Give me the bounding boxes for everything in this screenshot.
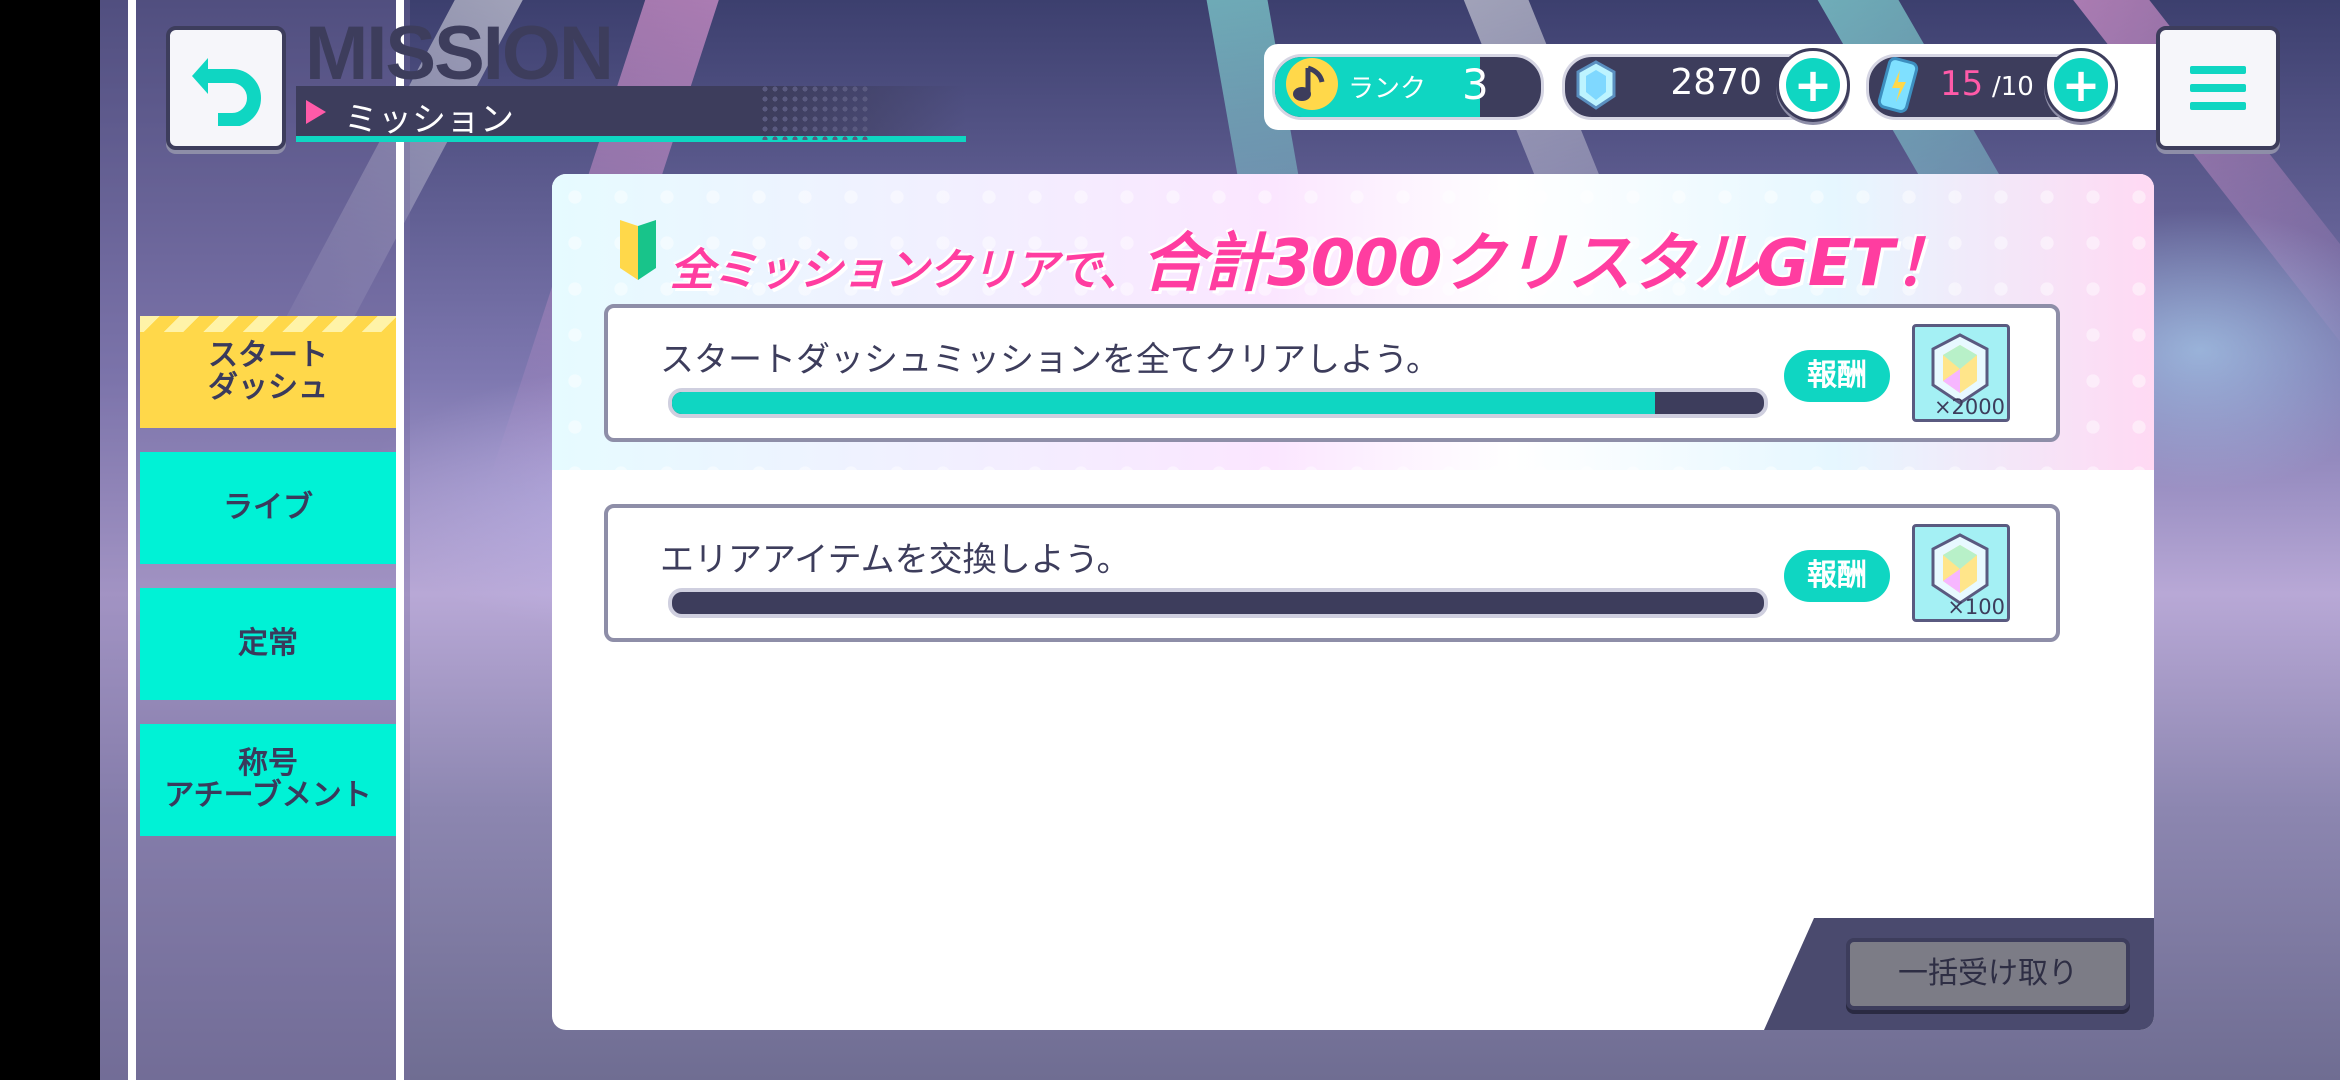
- reward-item[interactable]: ×2000: [1912, 324, 2010, 422]
- tab-label: 定常: [238, 626, 298, 661]
- back-arrow-icon: [192, 58, 261, 126]
- add-crystal-button[interactable]: +: [1776, 48, 1850, 122]
- reward-quantity: ×100: [1947, 595, 2005, 619]
- mission-progress-bar: [668, 388, 1768, 418]
- mission-text: エリアアイテムを交換しよう。: [660, 540, 1131, 580]
- page-subtitle: ミッション: [344, 100, 514, 140]
- reward-badge: 報酬: [1784, 550, 1890, 602]
- hamburger-menu-icon: [2190, 66, 2246, 74]
- tab-label: 称号 アチーブメント: [164, 746, 372, 813]
- energy-drink-icon: [1877, 57, 1919, 113]
- mission-row[interactable]: エリアアイテムを交換しよう。 報酬 ×100: [604, 504, 2060, 642]
- music-note-icon: [1286, 58, 1338, 110]
- rank-value: 3: [1462, 60, 1489, 109]
- play-triangle-icon: [306, 100, 326, 124]
- banner-text-big: 合計3000クリスタルGET！: [1141, 227, 1957, 301]
- mission-text: スタートダッシュミッションを全てクリアしよう。: [660, 340, 1440, 380]
- tab-live[interactable]: ライブ: [140, 452, 396, 564]
- tab-label: ライブ: [223, 490, 313, 525]
- tab-title-achievement[interactable]: 称号 アチーブメント: [140, 724, 396, 836]
- reward-badge: 報酬: [1784, 350, 1890, 402]
- page-title-text: MISSION: [305, 11, 614, 96]
- rank-label: ランク: [1348, 74, 1427, 104]
- reward-quantity: ×2000: [1933, 395, 2005, 419]
- mission-row[interactable]: スタートダッシュミッションを全てクリアしよう。 報酬 ×2000: [604, 304, 2060, 442]
- bulk-receive-button[interactable]: 一括受け取り: [1846, 938, 2130, 1010]
- sidebar-divider: [128, 0, 136, 1080]
- banner-text-small: 全ミッションクリアで、: [670, 245, 1142, 296]
- energy-current: 15: [1940, 64, 1984, 104]
- mission-progress-bar: [668, 588, 1768, 618]
- plus-icon: +: [2054, 58, 2108, 112]
- banner-text: 全ミッションクリアで、合計3000クリスタルGET！: [670, 212, 1957, 304]
- plus-icon: +: [1786, 58, 1840, 112]
- page-title: MISSION MISSION: [301, 10, 614, 100]
- sidebar-divider: [396, 0, 404, 1080]
- crystal-count: 2870: [1670, 62, 1762, 103]
- energy-max: /10: [1992, 72, 2034, 102]
- menu-button[interactable]: [2156, 26, 2280, 150]
- back-button[interactable]: [166, 26, 286, 150]
- mission-panel: 全ミッションクリアで、合計3000クリスタルGET！ スタートダッシュミッション…: [552, 174, 2154, 1030]
- decor-dots: [760, 84, 870, 140]
- crystal-icon: [1576, 60, 1616, 110]
- tab-label: スタート ダッシュ: [208, 338, 328, 405]
- tab-regular[interactable]: 定常: [140, 588, 396, 700]
- tab-start-dash[interactable]: スタート ダッシュ: [140, 316, 396, 428]
- beginner-mark-icon: [620, 220, 656, 280]
- add-energy-button[interactable]: +: [2044, 48, 2118, 122]
- reward-item[interactable]: ×100: [1912, 524, 2010, 622]
